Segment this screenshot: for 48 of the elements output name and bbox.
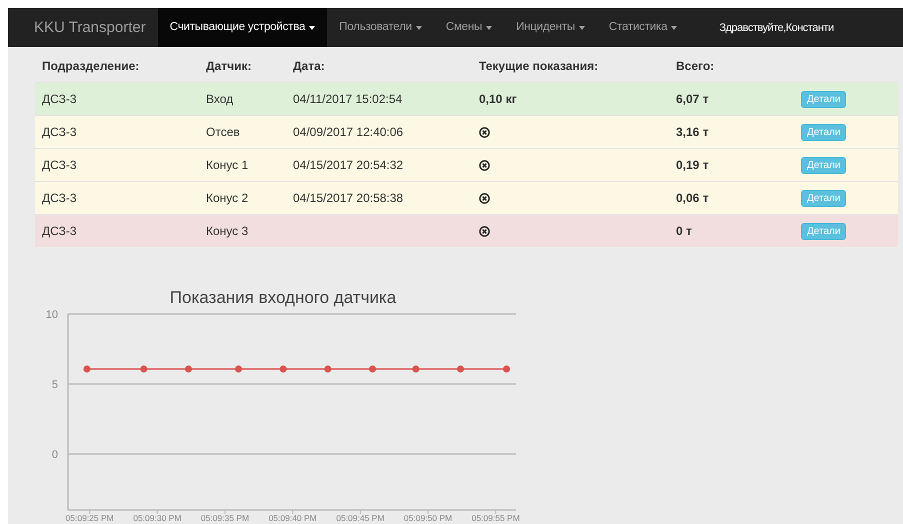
table-cell: 0,06 т [676, 191, 709, 205]
table-cell: 04/09/2017 12:40:06 [293, 125, 404, 139]
table-cell: Конус 2 [206, 191, 248, 205]
table-cell: Вход [206, 92, 234, 106]
caret-icon [309, 26, 316, 30]
table-cell: 0,19 т [676, 158, 709, 172]
caret-icon [416, 26, 422, 30]
axis-tick-label: 5 [52, 379, 58, 391]
table-cell: ДСЗ-3 [42, 92, 77, 106]
column-header: Дата: [286, 50, 472, 82]
chart-title: Показания входного датчика [170, 288, 396, 307]
axis-tick-label: 10 [46, 309, 58, 321]
table-cell: 04/15/2017 20:54:32 [293, 158, 404, 172]
axis-tick-label: 05:09:45 PM [336, 513, 384, 523]
axis-tick-label: 05:09:40 PM [268, 513, 317, 523]
brand-link[interactable]: KKU Transporter [8, 8, 158, 47]
table-cell: ДСЗ-3 [42, 158, 77, 172]
nav-menu-item[interactable]: Пользователи [327, 8, 434, 47]
table-cell: 0 т [676, 224, 692, 238]
table-cell: ДСЗ-3 [42, 125, 77, 139]
table-cell: ДСЗ-3 [42, 191, 77, 205]
column-header: Всего: [669, 50, 794, 82]
caret-icon [578, 26, 585, 30]
caret-icon [486, 26, 492, 30]
axis-tick-label: 05:09:35 PM [200, 513, 250, 523]
axis-tick-label: 05:09:25 PM [66, 513, 114, 523]
nav-menu-item[interactable]: Инциденты [504, 8, 597, 47]
caret-icon [671, 26, 678, 30]
table-cell: Конус 1 [206, 158, 248, 172]
table-cell: 0,10 кг [479, 92, 517, 106]
axis-tick-label: 0 [52, 449, 58, 461]
table-cell: Отсев [206, 125, 240, 139]
table-cell: 3,16 т [676, 125, 709, 139]
table-cell: Конус 3 [206, 224, 248, 238]
table-cell: 04/15/2017 20:58:38 [293, 191, 404, 205]
nav-menu-item[interactable]: Считывающие устройства [158, 8, 328, 47]
axis-tick-label: 05:09:50 PM [404, 513, 452, 523]
nav-menu-item[interactable]: Смены [434, 8, 504, 47]
axis-tick-label: 05:09:30 PM [133, 513, 182, 523]
table-cell: 6,07 т [676, 92, 709, 106]
column-header: Подразделение: [35, 50, 199, 82]
greeting-text: Здравствуйте,Константи [719, 22, 834, 34]
axis-tick-label: 05:09:55 PM [472, 513, 520, 523]
table-cell: ДСЗ-3 [42, 224, 77, 238]
column-header: Датчик: [199, 50, 286, 82]
column-header: Текущие показания: [472, 50, 669, 82]
nav-menu-item[interactable]: Статистика [596, 8, 690, 47]
table-cell: 04/11/2017 15:02:54 [293, 92, 402, 106]
